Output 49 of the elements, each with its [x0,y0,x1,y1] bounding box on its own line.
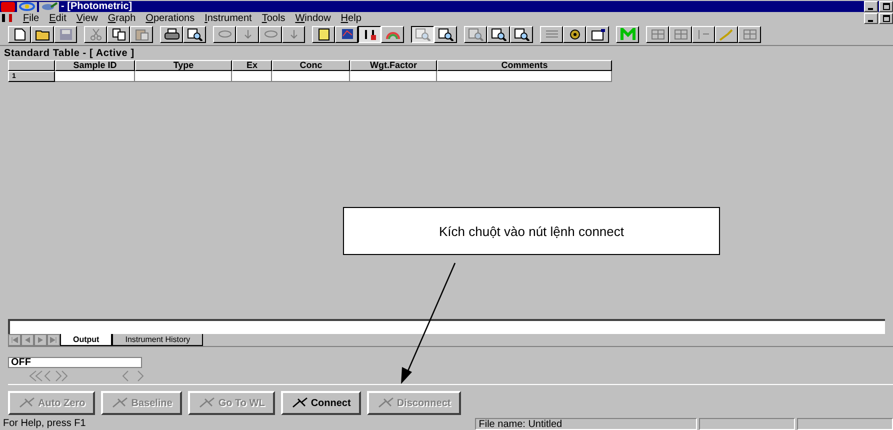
flask-icon[interactable] [358,26,381,43]
table-cell[interactable] [350,71,437,82]
folder-icon[interactable] [31,26,54,43]
status-text: File name: Untitled [474,418,696,430]
menu-item[interactable]: View [71,12,103,24]
table-cell[interactable] [232,71,272,82]
scroll-icon[interactable] [312,26,335,43]
rainbow-icon[interactable] [381,26,404,43]
menu-item[interactable]: Instrument [200,12,257,24]
tab[interactable]: Output [60,334,112,346]
gear-icon[interactable] [563,26,586,43]
toolbar-icon[interactable] [39,2,59,12]
tab[interactable]: Instrument History [112,334,204,346]
table-cell[interactable] [55,71,135,82]
menu-item[interactable]: Edit [44,12,72,24]
menu-item[interactable]: File [18,12,44,24]
minimize-button[interactable] [864,1,878,12]
menu-item[interactable]: Help [336,12,366,24]
menu-item[interactable]: Window [290,12,336,24]
cabinet-icon[interactable] [586,26,609,43]
minimize-button[interactable] [864,12,878,24]
menu-item[interactable]: Operations [140,12,200,24]
table-cell[interactable] [437,71,612,82]
callout-box: Kích chuột vào nút lệnh connect [343,207,720,255]
status-text: For Help, press F1 [2,418,87,430]
menu-item[interactable]: Graph [102,12,141,24]
table-cell[interactable] [135,71,232,82]
restore-button[interactable] [879,1,893,12]
restore-button[interactable] [879,12,893,24]
column-header[interactable]: Ex [232,60,272,71]
panel-title: Standard Table - [ Active ] [3,47,136,60]
window-title: - [Photometric] [61,1,132,12]
letter-icon[interactable] [616,26,639,43]
column-header[interactable]: Sample ID [55,60,135,71]
printer-icon[interactable] [160,26,183,43]
column-header[interactable]: Comments [437,60,612,71]
instrument-icon[interactable] [2,14,12,22]
table-cell[interactable] [272,71,350,82]
column-header[interactable]: Type [135,60,232,71]
column-header[interactable]: Wgt.Factor [350,60,437,71]
chart-icon[interactable] [335,26,358,43]
copy-icon[interactable] [107,26,130,43]
status-field[interactable]: OFF [8,357,142,368]
command-button[interactable]: Connect [280,391,361,415]
toolbar-icon[interactable] [17,2,37,12]
corner-cell[interactable] [8,60,55,71]
menu-item[interactable]: Tools [256,12,290,24]
page-icon[interactable] [8,26,31,43]
column-header[interactable]: Conc [272,60,350,71]
